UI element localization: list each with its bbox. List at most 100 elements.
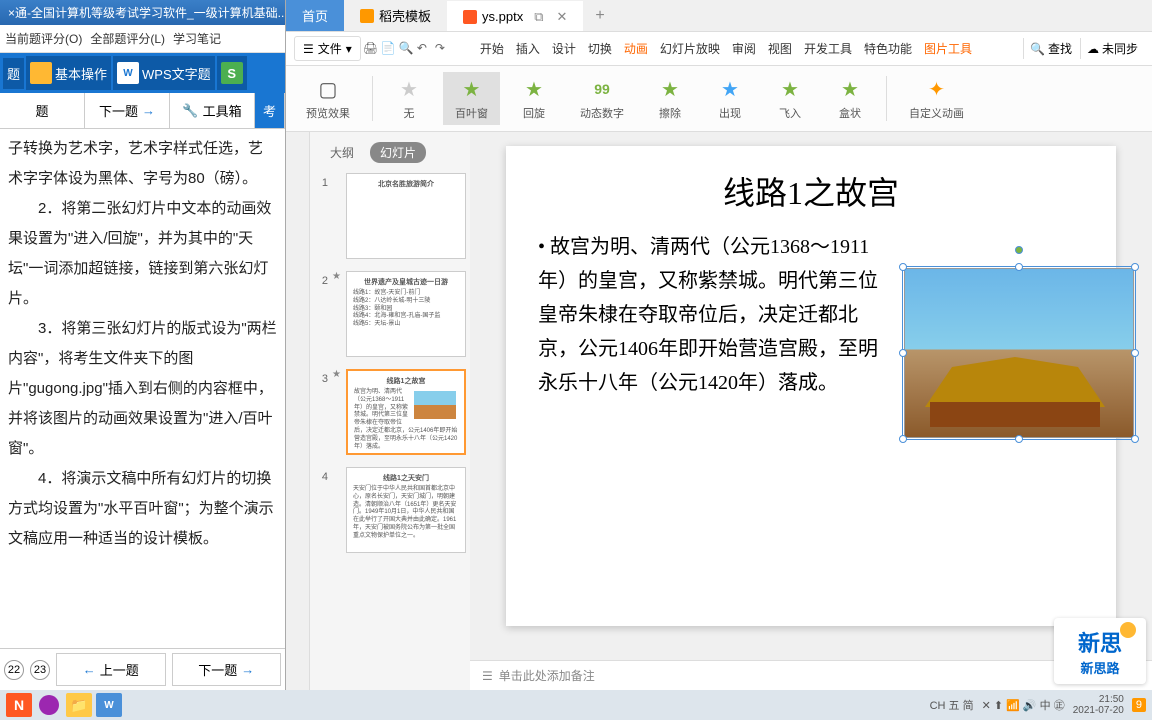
sync-status[interactable]: ☁ 未同步	[1080, 38, 1144, 59]
resize-handle[interactable]	[1131, 349, 1139, 357]
resize-handle[interactable]	[899, 263, 907, 271]
rib-none[interactable]: ★无	[383, 72, 435, 125]
menu-features[interactable]: 特色功能	[859, 37, 917, 60]
menu-insert[interactable]: 插入	[511, 37, 545, 60]
resize-handle[interactable]	[1015, 435, 1023, 443]
qat-save-icon[interactable]: 🖨	[363, 41, 379, 57]
wps-presentation: 首页 稻壳模板 ys.pptx⧉✕ + ☰ 文件 ▾ 🖨 📄 🔍 ↶ ↷ 开始 …	[286, 0, 1152, 690]
thumb-1[interactable]: 1 北京名胜旅游简介	[310, 167, 470, 265]
tab-wps-text[interactable]: WWPS文字题	[113, 56, 215, 90]
rib-box[interactable]: ★盒状	[824, 72, 876, 125]
resize-handle[interactable]	[899, 435, 907, 443]
thumb-4[interactable]: 4 线路1之天安门天安门位于中华人民共和国首都北京中心，原名长安门，天安门城门，…	[310, 461, 470, 559]
rib-dynamic-number[interactable]: 99动态数字	[568, 72, 636, 125]
thumb-3[interactable]: 3★ 线路1之故宫故宫为明、清两代（公元1368～1911年）的皇宫，又称紫禁城…	[310, 363, 470, 461]
qat-preview-icon[interactable]: 🔍	[399, 41, 415, 57]
left-rail	[286, 132, 310, 690]
notification-badge[interactable]: 9	[1132, 698, 1146, 712]
tb-wps[interactable]: W	[96, 693, 122, 717]
star-icon: ★	[459, 76, 485, 102]
tray-icons[interactable]: ✕ ⬆ 📶 🔊 中 ㊣	[982, 697, 1065, 713]
slide-3: 线路1之故宫 故宫为明、清两代（公元1368～1911年）的皇宫，又称紫禁城。明…	[506, 146, 1116, 626]
notes-icon: ☰	[482, 669, 493, 683]
menu-score-current[interactable]: 当前题评分(O)	[5, 30, 82, 47]
rib-spin[interactable]: ★回旋	[508, 72, 560, 125]
slide-canvas[interactable]: 线路1之故宫 故宫为明、清两代（公元1368～1911年）的皇宫，又称紫禁城。明…	[470, 132, 1152, 660]
tab-templates[interactable]: 稻壳模板	[344, 0, 447, 31]
tb-file-explorer[interactable]: 📁	[66, 693, 92, 717]
rib-wipe[interactable]: ★擦除	[644, 72, 696, 125]
menu-animation[interactable]: 动画	[619, 37, 653, 60]
ppt-icon	[463, 10, 477, 24]
exam-title-bar: ×通-全国计算机等级考试学习软件_一级计算机基础...	[0, 0, 285, 25]
menu-transition[interactable]: 切换	[583, 37, 617, 60]
clock[interactable]: 21:502021-07-20	[1073, 694, 1124, 716]
page-22[interactable]: 22	[4, 660, 24, 680]
menu-notes[interactable]: 学习笔记	[173, 30, 221, 47]
menu-review[interactable]: 审阅	[727, 37, 761, 60]
menu-view[interactable]: 视图	[763, 37, 797, 60]
menu-start[interactable]: 开始	[475, 37, 509, 60]
file-menu[interactable]: ☰ 文件 ▾	[294, 36, 361, 61]
nav-prev-button[interactable]: ←上一题	[56, 653, 166, 686]
star-icon: ★	[657, 76, 683, 102]
resize-handle[interactable]	[1131, 435, 1139, 443]
tab-basic-ops[interactable]: 基本操作	[26, 56, 111, 90]
exam-menu: 当前题评分(O) 全部题评分(L) 学习笔记	[0, 25, 285, 53]
tab-close-icon[interactable]: ✕	[557, 9, 568, 25]
next-q-cell[interactable]: 下一题→	[85, 93, 170, 128]
rotate-handle[interactable]	[1015, 246, 1023, 254]
template-icon	[360, 9, 374, 23]
animation-ribbon: ▢预览效果 ★无 ★百叶窗 ★回旋 99动态数字 ★擦除 ★出现 ★飞入 ★盒状…	[286, 66, 1152, 132]
question-text: 子转换为艺术字，艺术字样式任选，艺术字字体设为黑体、字号为80（磅）。 2．将第…	[0, 129, 285, 648]
menu-slideshow[interactable]: 幻灯片放映	[655, 37, 725, 60]
rib-custom-anim[interactable]: ✦自定义动画	[897, 72, 976, 125]
star-icon: ★	[837, 76, 863, 102]
resize-handle[interactable]	[1131, 263, 1139, 271]
tb-app-n[interactable]: N	[6, 693, 32, 717]
toolkit-cell[interactable]: 🔧工具箱	[170, 93, 255, 128]
preview-icon: ▢	[315, 76, 341, 102]
wps-icon: W	[117, 62, 139, 84]
resize-handle[interactable]	[899, 349, 907, 357]
slide-text[interactable]: 故宫为明、清两代（公元1368～1911年）的皇宫，又称紫禁城。明代第三位皇帝朱…	[538, 230, 888, 438]
tab-ys-pptx[interactable]: ys.pptx⧉✕	[447, 1, 583, 31]
page-23[interactable]: 23	[30, 660, 50, 680]
tab-popout-icon[interactable]: ⧉	[534, 9, 543, 25]
outline-tab[interactable]: 大纲	[320, 142, 364, 163]
tab-spreadsheet[interactable]: S	[217, 56, 247, 90]
rib-appear[interactable]: ★出现	[704, 72, 756, 125]
tb-app-cloud[interactable]	[36, 693, 62, 717]
folder-icon	[30, 62, 52, 84]
prev-q-cell[interactable]: 题	[0, 93, 85, 128]
slide-image-selected[interactable]	[904, 268, 1134, 438]
nav-next-button[interactable]: 下一题→	[172, 653, 282, 686]
qat-redo-icon[interactable]: ↷	[435, 41, 451, 57]
menu-score-all[interactable]: 全部题评分(L)	[90, 30, 165, 47]
watermark-logo: 新思 新思路	[1054, 618, 1146, 684]
menu-dev[interactable]: 开发工具	[799, 37, 857, 60]
rib-blinds[interactable]: ★百叶窗	[443, 72, 500, 125]
wps-doc-tabs: 首页 稻壳模板 ys.pptx⧉✕ +	[286, 0, 1152, 32]
sheet-icon: S	[221, 62, 243, 84]
notes-pane[interactable]: ☰单击此处添加备注	[470, 660, 1152, 690]
arrow-left-icon: ←	[83, 662, 96, 677]
slide-title[interactable]: 线路1之故宫	[538, 168, 1084, 214]
tab-add-button[interactable]: +	[583, 1, 616, 31]
menu-design[interactable]: 设计	[547, 37, 581, 60]
qat-undo-icon[interactable]: ↶	[417, 41, 433, 57]
menu-picture-tools[interactable]: 图片工具	[919, 37, 977, 60]
tab-home[interactable]: 首页	[286, 0, 344, 31]
exam-cell[interactable]: 考	[255, 93, 285, 128]
rib-flyin[interactable]: ★飞入	[764, 72, 816, 125]
slides-tab[interactable]: 幻灯片	[370, 142, 426, 163]
resize-handle[interactable]	[1015, 263, 1023, 271]
tab-question[interactable]: 题	[3, 58, 24, 89]
arrow-right-icon: →	[241, 662, 254, 677]
search-box[interactable]: 🔍 查找	[1023, 38, 1078, 59]
qat-print-icon[interactable]: 📄	[381, 41, 397, 57]
thumb-2[interactable]: 2★ 世界遗产及皇城古迹一日游线路1：故宫-天安门-前门 线路2：八达岭长城-明…	[310, 265, 470, 363]
ime-indicator[interactable]: CH 五 简	[930, 697, 974, 713]
exam-pager: 22 23 ←上一题 下一题→	[0, 648, 285, 690]
rib-preview[interactable]: ▢预览效果	[294, 72, 362, 125]
